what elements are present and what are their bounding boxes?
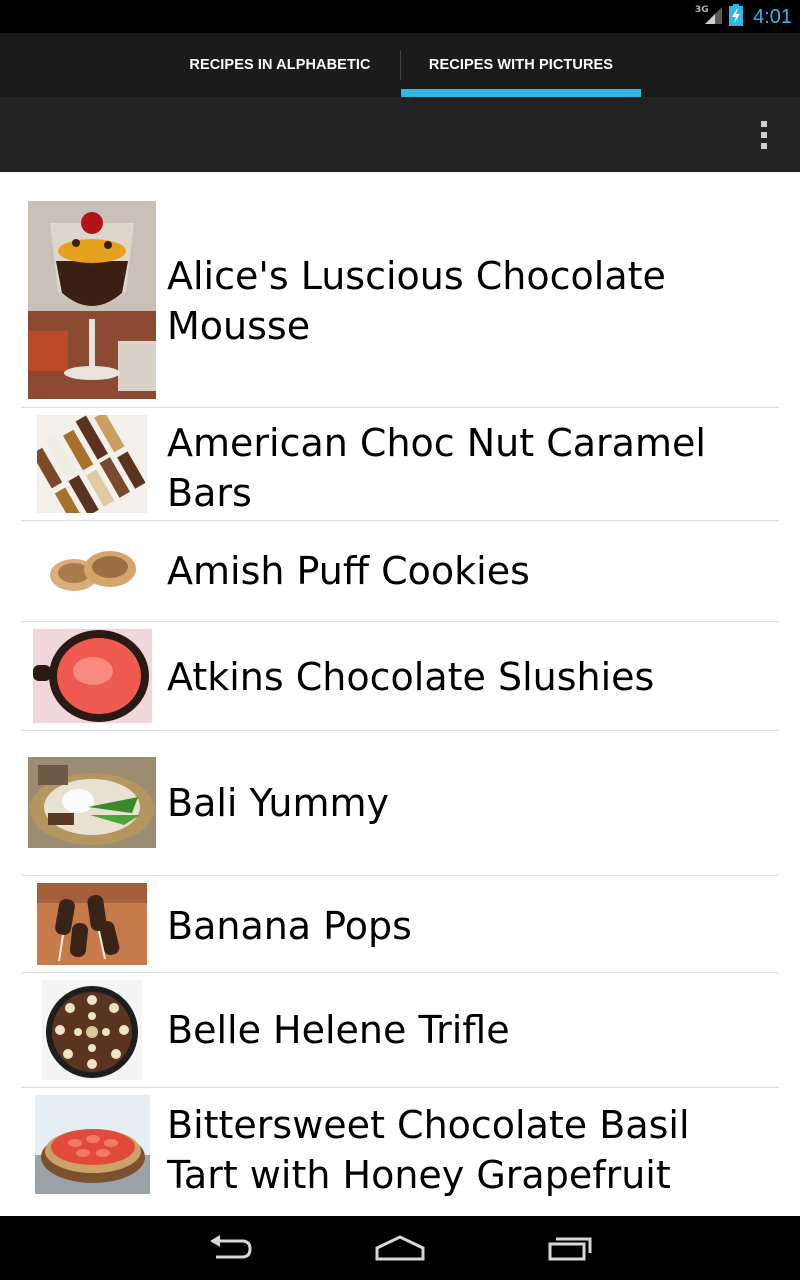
selected-tab-indicator xyxy=(401,89,641,97)
chocolate-mousse-photo xyxy=(28,201,156,399)
signal-icon xyxy=(703,5,723,29)
recipe-title: Bittersweet Chocolate Basil Tart with Ho… xyxy=(167,1103,690,1197)
list-item[interactable]: Belle Helene Trifle xyxy=(0,973,800,1087)
list-item[interactable]: Banana Pops xyxy=(0,876,800,972)
trifle-photo xyxy=(42,980,142,1080)
tab-recipes-with-pictures[interactable]: RECIPES WITH PICTURES xyxy=(401,33,641,97)
recent-apps-icon[interactable] xyxy=(515,1216,625,1280)
puff-cookies-photo xyxy=(44,543,140,599)
recipe-list[interactable]: Alice's Luscious Chocolate Mousse Americ… xyxy=(0,172,800,1216)
list-item[interactable]: Atkins Chocolate Slushies xyxy=(0,622,800,730)
home-icon[interactable] xyxy=(345,1216,455,1280)
list-item[interactable]: Amish Puff Cookies xyxy=(0,521,800,621)
action-bar xyxy=(0,97,800,172)
overflow-menu-icon[interactable] xyxy=(756,121,772,149)
grapefruit-tart-photo xyxy=(35,1095,150,1194)
recipe-title: Amish Puff Cookies xyxy=(167,549,530,593)
tab-bar: RECIPES IN ALPHABETIC RECIPES WITH PICTU… xyxy=(0,33,800,97)
battery-charging-icon xyxy=(729,4,744,30)
recipe-title: Banana Pops xyxy=(167,904,412,948)
list-item[interactable]: Alice's Luscious Chocolate Mousse xyxy=(0,172,800,407)
status-time: 4:01 xyxy=(753,5,792,28)
recipe-title: Atkins Chocolate Slushies xyxy=(167,655,655,699)
recipe-title: Bali Yummy xyxy=(167,781,390,825)
banana-pops-photo xyxy=(37,883,147,965)
back-icon[interactable] xyxy=(175,1216,285,1280)
slushie-photo xyxy=(33,629,152,723)
navigation-bar xyxy=(0,1216,800,1280)
list-item[interactable]: American Choc Nut Caramel Bars xyxy=(0,408,800,525)
tab-recipes-alphabetic[interactable]: RECIPES IN ALPHABETIC xyxy=(160,33,400,97)
recipe-title: Alice's Luscious Chocolate Mousse xyxy=(167,254,666,348)
list-item[interactable]: Bittersweet Chocolate Basil Tart with Ho… xyxy=(0,1088,800,1216)
list-item[interactable]: Bali Yummy xyxy=(0,731,800,875)
bali-dish-photo xyxy=(28,757,156,848)
status-bar: 3G 4:01 xyxy=(0,0,800,33)
caramel-bars-photo xyxy=(31,411,147,525)
recipe-title: Belle Helene Trifle xyxy=(167,1008,510,1052)
status-icons: 4:01 xyxy=(703,4,792,30)
recipe-title: American Choc Nut Caramel Bars xyxy=(167,421,706,515)
